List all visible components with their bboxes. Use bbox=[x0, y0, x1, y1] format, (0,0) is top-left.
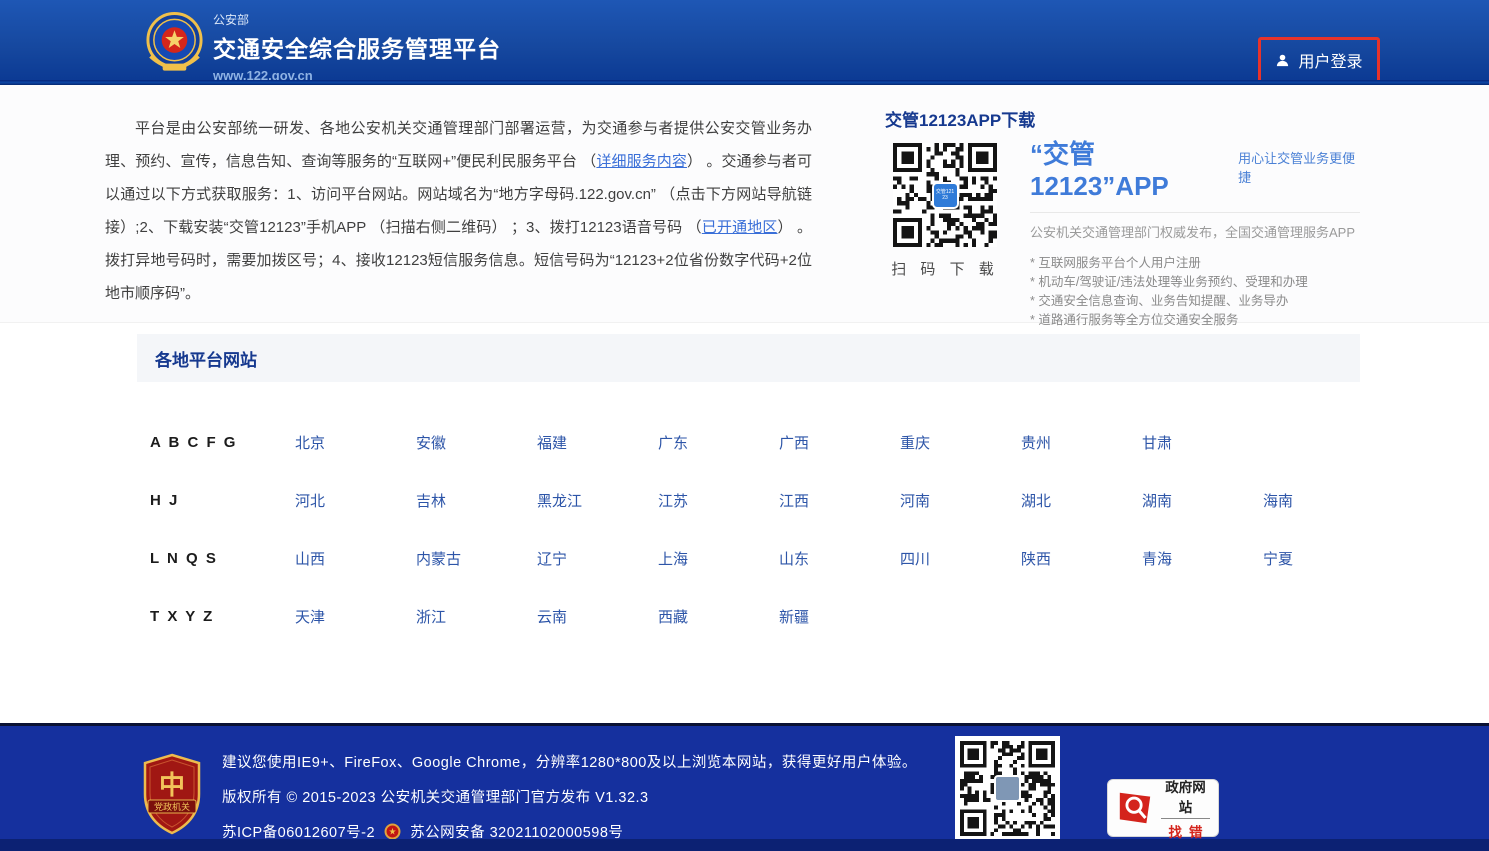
agency-badge-label: 党政机关 bbox=[154, 801, 190, 812]
footer-qr-code bbox=[955, 736, 1060, 841]
svg-text:中: 中 bbox=[159, 770, 185, 800]
inline-link[interactable]: 已开通地区 bbox=[702, 219, 778, 236]
province-link[interactable]: 四川 bbox=[900, 548, 930, 569]
province-link[interactable]: 内蒙古 bbox=[416, 548, 461, 569]
regional-sites-bar: 各地平台网站 bbox=[137, 334, 1360, 382]
app-icon: 交管12123 bbox=[932, 182, 959, 209]
app-qr-code: 交管12123 bbox=[893, 143, 997, 247]
site-footer: 中 党政机关 建议您使用IE9+、FireFox、Google Chrome，分… bbox=[0, 723, 1489, 851]
app-download-panel: 交管12123APP下载 交管12123 扫 码 下 载 “交管12123”AP… bbox=[885, 106, 1375, 316]
province-link[interactable]: 河北 bbox=[295, 490, 325, 511]
regional-sites-title: 各地平台网站 bbox=[155, 346, 257, 371]
app-feature-list: * 互联网服务平台个人用户注册* 机动车/驾驶证/违法处理等业务预约、受理和办理… bbox=[1030, 254, 1360, 330]
ministry-label: 公安部 bbox=[213, 11, 501, 28]
province-link[interactable]: 广西 bbox=[779, 432, 809, 453]
province-link[interactable]: 福建 bbox=[537, 432, 567, 453]
province-link[interactable]: 湖北 bbox=[1021, 490, 1051, 511]
site-url: www.122.gov.cn bbox=[213, 68, 501, 83]
province-links-grid: A B C F G北京 安徽 福建 广东 广西 重庆 贵州 甘肃 H J河北 吉林 黑龙江 江苏 江西 河… bbox=[150, 413, 1384, 645]
app-feature-item: * 互联网服务平台个人用户注册 bbox=[1030, 254, 1360, 273]
province-link[interactable]: 河南 bbox=[900, 490, 930, 511]
app-info-block: “交管12123”APP 用心让交管业务更便捷 公安机关交通管理部门权威发布，全… bbox=[1030, 134, 1360, 330]
province-link[interactable]: 天津 bbox=[295, 606, 325, 627]
province-link[interactable]: 江西 bbox=[779, 490, 809, 511]
magnifier-flag-icon bbox=[1116, 789, 1154, 827]
province-link[interactable]: 云南 bbox=[537, 606, 567, 627]
app-feature-item: * 机动车/驾驶证/违法处理等业务预约、受理和办理 bbox=[1030, 273, 1360, 292]
user-login-button[interactable]: 用户登录 bbox=[1275, 48, 1362, 72]
province-link[interactable]: 宁夏 bbox=[1263, 548, 1293, 569]
app-name: “交管12123”APP bbox=[1030, 134, 1221, 202]
province-link[interactable]: 江苏 bbox=[658, 490, 688, 511]
province-link[interactable]: 安徽 bbox=[416, 432, 446, 453]
province-link[interactable]: 青海 bbox=[1142, 548, 1172, 569]
province-link[interactable]: 北京 bbox=[295, 432, 325, 453]
app-feature-item: * 道路通行服务等全方位交通安全服务 bbox=[1030, 311, 1360, 330]
province-link[interactable]: 浙江 bbox=[416, 606, 446, 627]
letter-group-label: H J bbox=[150, 492, 295, 509]
gov-website-error-report-badge[interactable]: 政府网站 找错 bbox=[1107, 779, 1219, 837]
province-link[interactable]: 海南 bbox=[1263, 490, 1293, 511]
province-link[interactable]: 贵州 bbox=[1021, 432, 1051, 453]
app-publisher-line: 公安机关交通管理部门权威发布，全国交通管理服务APP bbox=[1030, 212, 1360, 241]
error-badge-text: 政府网站 找错 bbox=[1161, 776, 1210, 841]
province-link[interactable]: 甘肃 bbox=[1142, 432, 1172, 453]
province-link[interactable]: 西藏 bbox=[658, 606, 688, 627]
province-link[interactable]: 吉林 bbox=[416, 490, 446, 511]
copyright-line: 版权所有 © 2015-2023 公安机关交通管理部门官方发布 V1.32.3 bbox=[222, 786, 649, 807]
province-link[interactable]: 湖南 bbox=[1142, 490, 1172, 511]
brand-block: 公安部 交通安全综合服务管理平台 www.122.gov.cn bbox=[213, 11, 501, 83]
province-link[interactable]: 辽宁 bbox=[537, 548, 567, 569]
app-download-title: 交管12123APP下载 bbox=[885, 106, 1035, 131]
app-slogan: 用心让交管业务更便捷 bbox=[1238, 148, 1360, 186]
login-highlight-annotation: 用户登录 bbox=[1258, 37, 1380, 83]
province-link[interactable]: 上海 bbox=[658, 548, 688, 569]
error-badge-line2: 找错 bbox=[1161, 821, 1210, 841]
site-header: 公安部 交通安全综合服务管理平台 www.122.gov.cn 用户登录 bbox=[0, 0, 1489, 85]
scan-download-label: 扫 码 下 载 bbox=[887, 258, 1003, 279]
browser-advice-line: 建议您使用IE9+、FireFox、Google Chrome，分辨率1280*… bbox=[222, 751, 917, 772]
province-link[interactable]: 重庆 bbox=[900, 432, 930, 453]
national-emblem-icon bbox=[384, 823, 401, 840]
province-link[interactable]: 黑龙江 bbox=[537, 490, 582, 511]
province-link[interactable]: 山东 bbox=[779, 548, 809, 569]
letter-group-label: L N Q S bbox=[150, 550, 295, 567]
site-title: 交通安全综合服务管理平台 bbox=[213, 30, 501, 64]
police-badge-logo bbox=[143, 10, 206, 76]
footer-bottom-strip bbox=[0, 839, 1489, 851]
province-link[interactable]: 新疆 bbox=[779, 606, 809, 627]
user-icon bbox=[1275, 53, 1290, 68]
app-feature-item: * 交通安全信息查询、业务告知提醒、业务导办 bbox=[1030, 292, 1360, 311]
province-link[interactable]: 广东 bbox=[658, 432, 688, 453]
intro-section: 平台是由公安部统一研发、各地公安机关交通管理部门部署运营，为交通参与者提供公安交… bbox=[0, 85, 1489, 323]
platform-intro-paragraph: 平台是由公安部统一研发、各地公安机关交通管理部门部署运营，为交通参与者提供公安交… bbox=[105, 112, 812, 310]
government-agency-shield: 中 党政机关 bbox=[140, 752, 204, 836]
qr-center-logo bbox=[994, 775, 1021, 802]
province-link[interactable]: 陕西 bbox=[1021, 548, 1051, 569]
login-label: 用户登录 bbox=[1298, 48, 1362, 72]
inline-link[interactable]: 详细服务内容 bbox=[596, 153, 687, 170]
province-link[interactable]: 山西 bbox=[295, 548, 325, 569]
letter-group-label: A B C F G bbox=[150, 434, 295, 451]
letter-group-label: T X Y Z bbox=[150, 608, 295, 625]
error-badge-line1: 政府网站 bbox=[1161, 776, 1210, 819]
